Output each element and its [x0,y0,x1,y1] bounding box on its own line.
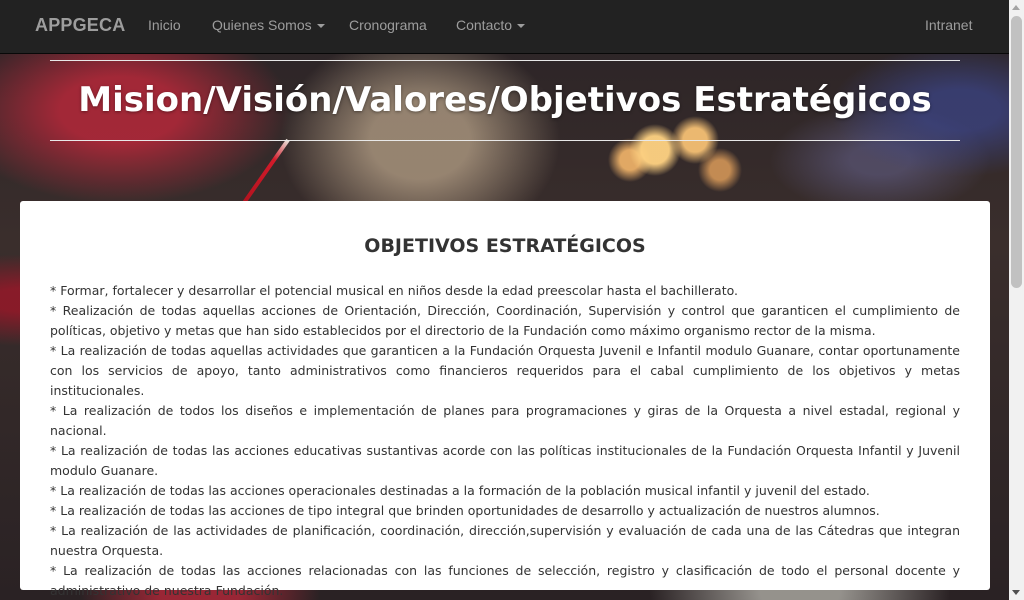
objective-item: * La realización de todas las acciones e… [50,443,960,478]
header-divider-bottom [50,140,960,141]
objective-item: * La realización de todos los diseños e … [50,403,960,438]
objective-item: * La realización de todas las acciones o… [50,483,870,498]
objectives-list: * Formar, fortalecer y desarrollar el po… [50,281,960,600]
caret-down-icon [316,24,325,29]
scrollbar-thumb[interactable] [1011,16,1022,288]
nav-item-label: Quienes Somos [212,17,312,33]
page-title: Mision/Visión/Valores/Objetivos Estratég… [78,80,932,120]
objective-item: * Realización de todas aquellas acciones… [50,303,960,338]
nav-item-intranet[interactable]: Intranet [925,17,972,33]
objective-item: * La realización de las actividades de p… [50,523,960,558]
brand-logo[interactable]: APPGECA [35,15,125,36]
caret-down-icon [517,24,526,29]
nav-item-label: Contacto [456,17,513,33]
objective-item: * Formar, fortalecer y desarrollar el po… [50,283,739,298]
section-title: OBJETIVOS ESTRATÉGICOS [364,235,646,257]
nav-item-inicio[interactable]: Inicio [148,17,181,33]
scroll-down-arrow-icon[interactable] [1012,590,1020,595]
navbar: APPGECA Inicio Quienes Somos Cronograma … [0,0,1009,54]
nav-item-quienes-somos[interactable]: Quienes Somos [212,17,325,33]
scroll-up-arrow-icon[interactable] [1012,5,1020,10]
vertical-scrollbar[interactable] [1009,0,1024,600]
nav-item-label: Cronograma [349,17,427,33]
objective-item: * La realización de todas las acciones r… [50,563,960,598]
nav-item-label: Inicio [148,17,181,33]
nav-item-contacto[interactable]: Contacto [456,17,526,33]
objective-item: * La realización de todas aquellas activ… [50,343,960,398]
header-divider-top [50,60,960,61]
nav-item-cronograma[interactable]: Cronograma [349,17,427,33]
objective-item: * La realización de todas las acciones d… [50,503,880,518]
content-card: OBJETIVOS ESTRATÉGICOS * Formar, fortale… [20,201,990,598]
